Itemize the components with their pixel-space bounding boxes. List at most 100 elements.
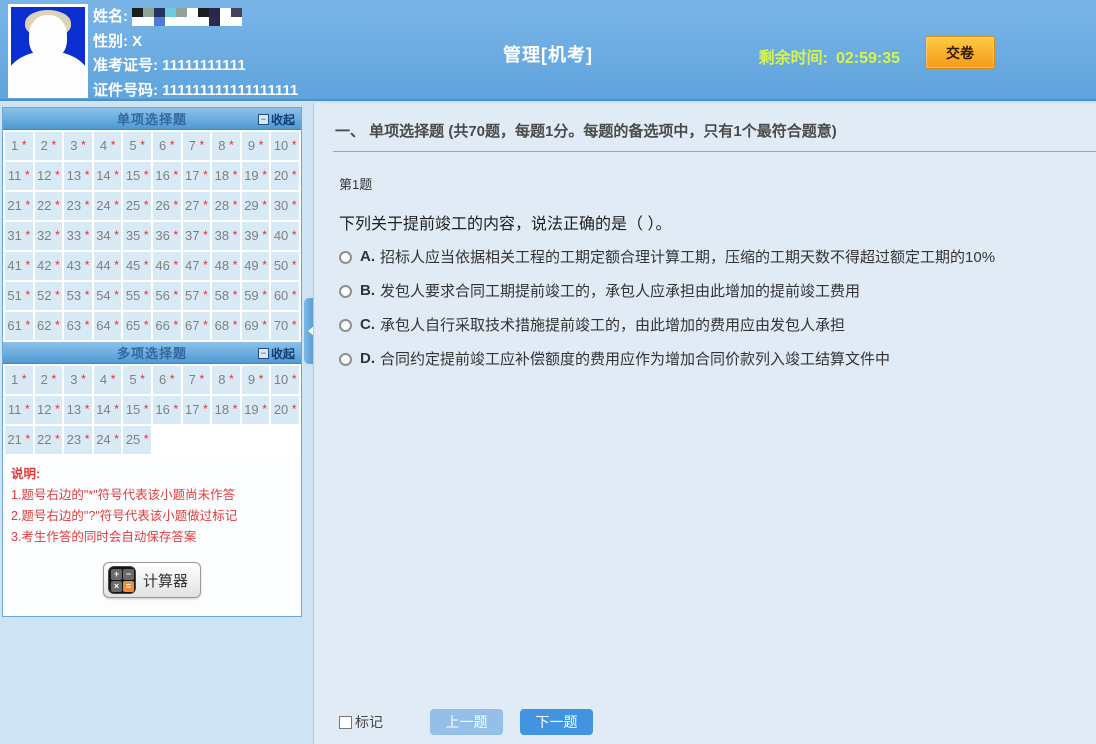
question-number-cell[interactable]: 70 * (271, 312, 299, 340)
question-number-cell[interactable]: 33 * (64, 222, 92, 250)
radio-button-icon[interactable] (339, 251, 352, 264)
question-number-cell[interactable]: 56 * (153, 282, 181, 310)
radio-button-icon[interactable] (339, 285, 352, 298)
previous-question-button[interactable]: 上一题 (430, 709, 503, 735)
question-number-cell[interactable]: 63 * (64, 312, 92, 340)
question-number-cell[interactable]: 64 * (94, 312, 122, 340)
question-number-cell[interactable]: 1 * (5, 366, 33, 394)
question-number-cell[interactable]: 45 * (123, 252, 151, 280)
question-number-cell[interactable]: 35 * (123, 222, 151, 250)
answer-option[interactable]: D.合同约定提前竣工应补偿额度的费用应作为增加合同价款列入竣工结算文件中 (339, 350, 1096, 370)
question-number-cell[interactable]: 53 * (64, 282, 92, 310)
question-number-cell[interactable]: 3 * (64, 366, 92, 394)
question-number-cell[interactable]: 49 * (242, 252, 270, 280)
question-number-cell[interactable]: 1 * (5, 132, 33, 160)
question-number-cell[interactable]: 6 * (153, 366, 181, 394)
question-number-cell[interactable]: 31 * (5, 222, 33, 250)
question-number-cell[interactable]: 23 * (64, 192, 92, 220)
question-number-cell[interactable]: 40 * (271, 222, 299, 250)
question-number-cell[interactable]: 48 * (212, 252, 240, 280)
question-number-cell[interactable]: 13 * (64, 162, 92, 190)
question-number-cell[interactable]: 6 * (153, 132, 181, 160)
question-number-cell[interactable]: 41 * (5, 252, 33, 280)
question-number-cell[interactable]: 25 * (123, 426, 151, 454)
question-number-cell[interactable]: 12 * (35, 396, 63, 424)
question-number-cell[interactable]: 14 * (94, 162, 122, 190)
question-number-cell[interactable]: 43 * (64, 252, 92, 280)
question-number-cell[interactable]: 7 * (183, 132, 211, 160)
question-number-cell[interactable]: 42 * (35, 252, 63, 280)
question-number-cell[interactable]: 15 * (123, 396, 151, 424)
question-number-cell[interactable]: 9 * (242, 366, 270, 394)
question-number-cell[interactable]: 39 * (242, 222, 270, 250)
multi-choice-collapse-button[interactable]: − 收起 (258, 345, 295, 362)
question-number-cell[interactable]: 25 * (123, 192, 151, 220)
question-number-cell[interactable]: 36 * (153, 222, 181, 250)
question-number-cell[interactable]: 19 * (242, 396, 270, 424)
mark-checkbox[interactable] (339, 716, 352, 729)
submit-paper-button[interactable]: 交卷 (925, 36, 995, 69)
question-number-cell[interactable]: 68 * (212, 312, 240, 340)
question-number-cell[interactable]: 8 * (212, 132, 240, 160)
question-number-cell[interactable]: 46 * (153, 252, 181, 280)
question-number-cell[interactable]: 23 * (64, 426, 92, 454)
question-number-cell[interactable]: 10 * (271, 132, 299, 160)
question-number-cell[interactable]: 38 * (212, 222, 240, 250)
question-number-cell[interactable]: 61 * (5, 312, 33, 340)
question-number-cell[interactable]: 21 * (5, 426, 33, 454)
radio-button-icon[interactable] (339, 319, 352, 332)
question-number-cell[interactable]: 3 * (64, 132, 92, 160)
question-number-cell[interactable]: 24 * (94, 426, 122, 454)
question-number-cell[interactable]: 17 * (183, 162, 211, 190)
question-number-cell[interactable]: 69 * (242, 312, 270, 340)
question-number-cell[interactable]: 27 * (183, 192, 211, 220)
question-number-cell[interactable]: 65 * (123, 312, 151, 340)
question-number-cell[interactable]: 16 * (153, 396, 181, 424)
question-number-cell[interactable]: 47 * (183, 252, 211, 280)
question-number-cell[interactable]: 60 * (271, 282, 299, 310)
question-number-cell[interactable]: 15 * (123, 162, 151, 190)
question-number-cell[interactable]: 22 * (35, 192, 63, 220)
question-number-cell[interactable]: 62 * (35, 312, 63, 340)
calculator-button[interactable]: +−×= 计算器 (103, 562, 201, 598)
question-number-cell[interactable]: 22 * (35, 426, 63, 454)
question-number-cell[interactable]: 18 * (212, 396, 240, 424)
question-number-cell[interactable]: 4 * (94, 132, 122, 160)
question-number-cell[interactable]: 2 * (35, 366, 63, 394)
question-number-cell[interactable]: 5 * (123, 132, 151, 160)
question-number-cell[interactable]: 21 * (5, 192, 33, 220)
question-number-cell[interactable]: 34 * (94, 222, 122, 250)
question-number-cell[interactable]: 50 * (271, 252, 299, 280)
answer-option[interactable]: A.招标人应当依据相关工程的工期定额合理计算工期，压缩的工期天数不得超过额定工期… (339, 248, 1096, 268)
question-number-cell[interactable]: 28 * (212, 192, 240, 220)
question-number-cell[interactable]: 55 * (123, 282, 151, 310)
question-number-cell[interactable]: 19 * (242, 162, 270, 190)
single-choice-collapse-button[interactable]: − 收起 (258, 111, 295, 128)
question-number-cell[interactable]: 4 * (94, 366, 122, 394)
question-number-cell[interactable]: 2 * (35, 132, 63, 160)
answer-option[interactable]: C.承包人自行采取技术措施提前竣工的，由此增加的费用应由发包人承担 (339, 316, 1096, 336)
question-number-cell[interactable]: 10 * (271, 366, 299, 394)
question-number-cell[interactable]: 14 * (94, 396, 122, 424)
question-number-cell[interactable]: 20 * (271, 396, 299, 424)
question-number-cell[interactable]: 26 * (153, 192, 181, 220)
question-number-cell[interactable]: 66 * (153, 312, 181, 340)
question-number-cell[interactable]: 58 * (212, 282, 240, 310)
question-number-cell[interactable]: 57 * (183, 282, 211, 310)
question-number-cell[interactable]: 5 * (123, 366, 151, 394)
question-number-cell[interactable]: 7 * (183, 366, 211, 394)
question-number-cell[interactable]: 17 * (183, 396, 211, 424)
answer-option[interactable]: B.发包人要求合同工期提前竣工的，承包人应承担由此增加的提前竣工费用 (339, 282, 1096, 302)
question-number-cell[interactable]: 24 * (94, 192, 122, 220)
question-number-cell[interactable]: 16 * (153, 162, 181, 190)
question-number-cell[interactable]: 9 * (242, 132, 270, 160)
question-number-cell[interactable]: 54 * (94, 282, 122, 310)
question-number-cell[interactable]: 11 * (5, 162, 33, 190)
question-number-cell[interactable]: 11 * (5, 396, 33, 424)
question-number-cell[interactable]: 13 * (64, 396, 92, 424)
question-number-cell[interactable]: 12 * (35, 162, 63, 190)
question-number-cell[interactable]: 8 * (212, 366, 240, 394)
question-number-cell[interactable]: 32 * (35, 222, 63, 250)
question-number-cell[interactable]: 30 * (271, 192, 299, 220)
next-question-button[interactable]: 下一题 (520, 709, 593, 735)
